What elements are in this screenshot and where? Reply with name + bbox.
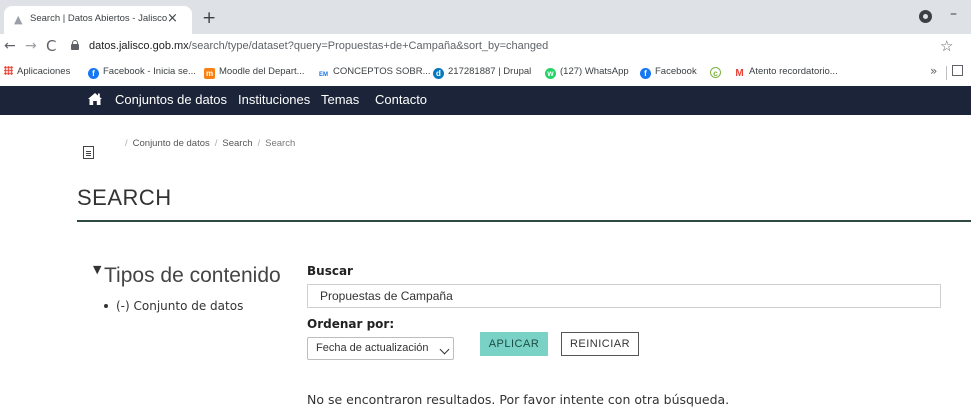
tab-title: Search | Datos Abiertos - Jalisco	[30, 13, 168, 24]
reset-button[interactable]: REINICIAR	[561, 332, 639, 356]
em-vi-icon: EM	[318, 70, 329, 81]
search-label: Buscar	[307, 264, 353, 278]
nav-contacto[interactable]: Contacto	[375, 92, 427, 107]
nav-temas[interactable]: Temas	[321, 92, 359, 107]
apply-button[interactable]: APLICAR	[480, 332, 548, 356]
minimize-button[interactable]: –	[950, 6, 957, 22]
bookmark-label: (127) WhatsApp	[560, 66, 629, 77]
apps-grid-icon	[4, 66, 13, 75]
whatsapp-icon: w	[545, 68, 556, 79]
tab-close-icon[interactable]: ×	[167, 11, 178, 26]
facebook-icon: f	[640, 68, 651, 79]
copyright-icon: c	[710, 67, 721, 78]
breadcrumb-search[interactable]: Search	[222, 138, 252, 149]
bookmark-label: Aplicaciones	[17, 66, 71, 77]
facebook-icon: f	[88, 68, 99, 79]
facet-title: Tipos de contenido	[104, 264, 281, 287]
new-tab-button[interactable]: +	[202, 8, 216, 28]
bookmark-label: CONCEPTOS SOBR...	[333, 66, 431, 77]
bookmark-facebook-login[interactable]: f Facebook - Inicia se...	[88, 66, 196, 79]
bookmark-gmail[interactable]: M Atento recordatorio...	[734, 66, 838, 79]
title-divider	[77, 220, 971, 222]
breadcrumb-separator: /	[257, 138, 261, 149]
breadcrumb-conjunto-de-datos[interactable]: Conjunto de datos	[133, 138, 210, 149]
reading-list-icon[interactable]	[952, 65, 963, 76]
drupal-icon: d	[433, 68, 444, 79]
gmail-icon: M	[734, 68, 745, 79]
bookmark-drupal[interactable]: d 217281887 | Drupal	[433, 66, 531, 79]
page-title: SEARCH	[77, 185, 172, 210]
bookmark-moodle[interactable]: m Moodle del Depart...	[204, 66, 305, 79]
bookmark-label: Atento recordatorio...	[749, 66, 838, 77]
bookmark-facebook[interactable]: f Facebook	[640, 66, 697, 79]
nav-instituciones[interactable]: Instituciones	[238, 92, 310, 107]
bookmarks-more-button[interactable]: »	[930, 64, 937, 78]
bookmark-label: 217281887 | Drupal	[448, 66, 532, 77]
sort-select[interactable]: Fecha de actualización	[307, 337, 454, 360]
bookmark-copyright[interactable]: c	[710, 66, 725, 78]
facet-item-label: (-) Conjunto de datos	[116, 299, 244, 313]
facet-item-conjunto-de-datos[interactable]: (-) Conjunto de datos	[104, 299, 243, 313]
bullet-icon	[104, 304, 108, 308]
back-button[interactable]: ←	[4, 38, 16, 54]
document-icon	[83, 146, 94, 159]
url-host: datos.jalisco.gob.mx	[89, 40, 189, 52]
bookmark-apps[interactable]: Aplicaciones	[4, 66, 70, 77]
bookmarks-divider	[946, 66, 947, 80]
site-favicon-icon: ▲	[14, 13, 23, 26]
url-text[interactable]: datos.jalisco.gob.mx/search/type/dataset…	[89, 40, 548, 52]
home-icon[interactable]	[87, 92, 103, 106]
sort-label: Ordenar por:	[307, 317, 395, 331]
nav-conjuntos-de-datos[interactable]: Conjuntos de datos	[115, 92, 227, 107]
reload-button[interactable]: C	[46, 37, 56, 55]
forward-button[interactable]: →	[25, 38, 37, 54]
no-results-message: No se encontraron resultados. Por favor …	[307, 392, 730, 407]
bookmark-conceptos[interactable]: EM CONCEPTOS SOBR...	[318, 66, 430, 81]
profile-icon[interactable]	[919, 10, 932, 23]
lock-icon[interactable]	[71, 40, 79, 50]
breadcrumb: / Conjunto de datos / Search / Search	[120, 138, 295, 149]
bookmark-star-icon[interactable]: ☆	[940, 37, 953, 55]
breadcrumb-current: Search	[265, 138, 296, 149]
moodle-icon: m	[204, 68, 215, 79]
breadcrumb-separator: /	[125, 138, 128, 149]
bookmark-label: Facebook - Inicia se...	[103, 66, 196, 77]
url-path: /search/type/dataset?query=Propuestas+de…	[188, 40, 549, 52]
breadcrumb-separator: /	[214, 138, 218, 149]
bookmark-label: Facebook	[655, 66, 697, 77]
search-input[interactable]	[307, 284, 941, 308]
bookmark-label: Moodle del Depart...	[219, 66, 305, 77]
bookmark-whatsapp[interactable]: w (127) WhatsApp	[545, 66, 629, 79]
facet-toggle-icon[interactable]: ▼	[93, 263, 101, 276]
